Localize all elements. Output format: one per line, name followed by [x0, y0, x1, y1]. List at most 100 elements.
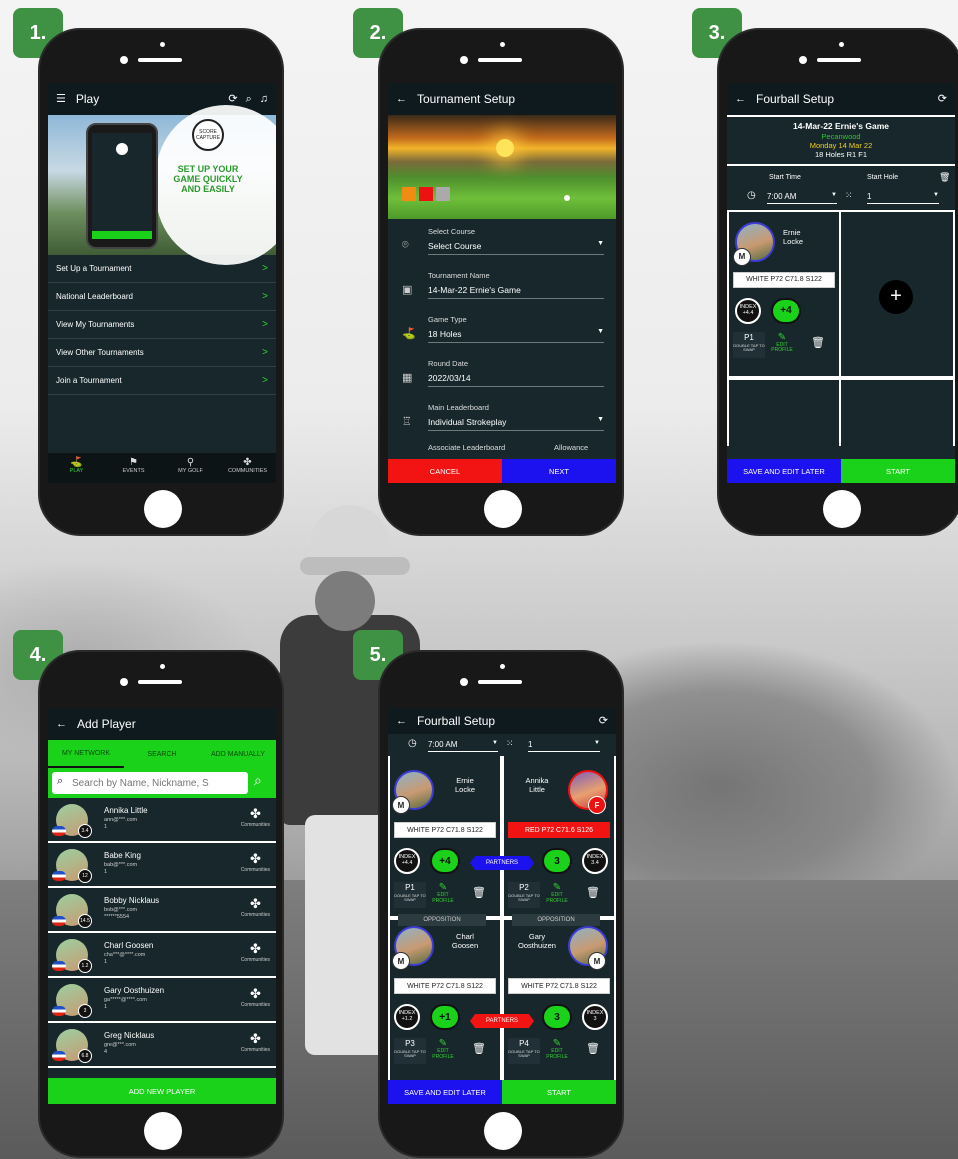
- position-box[interactable]: P1 DOUBLE TAP TO SWAP: [394, 882, 426, 908]
- refresh-icon[interactable]: ⟳: [938, 93, 947, 105]
- cancel-button[interactable]: CANCEL: [388, 459, 502, 483]
- start-time-select[interactable]: 7:00 AM ▼: [428, 740, 498, 752]
- tee-info[interactable]: WHITE P72 C71.8 S122: [394, 822, 496, 838]
- refresh-icon[interactable]: ⟳: [599, 715, 608, 727]
- player-list-item[interactable]: 12 Babe King bab@***.com 1 ✤ Communities: [48, 843, 276, 888]
- communities-button[interactable]: ✤ Communities: [241, 1031, 270, 1053]
- select-course-field[interactable]: ⌾ Select Course Select Course ▼: [388, 221, 616, 265]
- position-box[interactable]: P4 DOUBLE TAP TO SWAP: [508, 1038, 540, 1064]
- tab-my-network[interactable]: MY NETWORK: [48, 740, 124, 768]
- round-date-field[interactable]: ▦ Round Date 2022/03/14: [388, 353, 616, 397]
- nav-my-golf[interactable]: ⚲ MY GOLF: [162, 453, 219, 483]
- next-button[interactable]: NEXT: [502, 459, 616, 483]
- player-slot-2[interactable]: F Annika Little RED P72 C71.6 S126 INDEX 3.4 3…: [504, 756, 614, 916]
- home-button[interactable]: [823, 490, 861, 528]
- communities-button[interactable]: ✤ Communities: [241, 896, 270, 918]
- bell-icon[interactable]: ♫: [260, 93, 268, 105]
- flag-icon: [52, 916, 66, 926]
- menu-icon[interactable]: ☰: [56, 93, 66, 105]
- trash-icon[interactable]: 🗑: [811, 336, 825, 349]
- home-button[interactable]: [144, 1112, 182, 1150]
- menu-national-leaderboard[interactable]: National Leaderboard >: [48, 283, 276, 311]
- tee-info[interactable]: WHITE P72 C71.8 S122: [508, 978, 610, 994]
- leaderboard-icon: ♖: [402, 416, 412, 428]
- back-arrow-icon[interactable]: ←: [735, 93, 746, 105]
- player-slot-3[interactable]: M Charl Goosen WHITE P72 C71.8 S122 INDEX +1.…: [390, 920, 500, 1080]
- nav-events[interactable]: ⚑ EVENTS: [105, 453, 162, 483]
- phone-2: ← Tournament Setup ⌾ Select Course Select …: [378, 28, 624, 536]
- communities-button[interactable]: ✤ Communities: [241, 986, 270, 1008]
- position-box[interactable]: P1 DOUBLE TAP TO SWAP: [733, 331, 765, 358]
- player-slot-1[interactable]: M Ernie Locke WHITE P72 C71.8 S122 INDEX +…: [729, 211, 839, 376]
- search-button-icon[interactable]: ⌕: [254, 772, 262, 789]
- add-player-icon[interactable]: +: [879, 279, 913, 314]
- back-arrow-icon[interactable]: ←: [56, 718, 67, 730]
- communities-button[interactable]: ✤ Communities: [241, 806, 270, 828]
- nav-communities[interactable]: ✤ COMMUNITIES: [219, 453, 276, 483]
- player-slot-2[interactable]: +: [841, 211, 953, 376]
- play-screen: ☰ Play ⟳ ⌕ ♫ SCORE CAPTURE SET UP YOUR G…: [48, 83, 276, 483]
- communities-button[interactable]: ✤ Communities: [241, 941, 270, 963]
- start-button[interactable]: START: [841, 459, 955, 483]
- gender-tag: M: [733, 247, 751, 266]
- player-list-item[interactable]: 3.4 Annika Little ann@***.com 1 ✤ Communities: [48, 798, 276, 843]
- player-slot-4[interactable]: [841, 379, 953, 446]
- start-time-select[interactable]: 7:00 AM ▼: [767, 192, 837, 204]
- communities-button[interactable]: ✤ Communities: [241, 851, 270, 873]
- back-arrow-icon[interactable]: ←: [396, 715, 407, 727]
- tee-info[interactable]: WHITE P72 C71.8 S122: [394, 978, 496, 994]
- edit-profile-button[interactable]: ✎ EDIT PROFILE: [769, 332, 795, 354]
- back-arrow-icon[interactable]: ←: [396, 93, 407, 105]
- tab-add-manually[interactable]: ADD MANUALLY: [200, 740, 276, 768]
- communities-icon: ✤: [249, 806, 261, 821]
- home-button[interactable]: [484, 490, 522, 528]
- player-grid: M Ernie Locke WHITE P72 C71.8 S122 INDEX +…: [727, 209, 955, 380]
- edit-profile-button[interactable]: ✎ EDIT PROFILE: [430, 1038, 456, 1060]
- trash-icon[interactable]: 🗑: [472, 1042, 486, 1055]
- game-type-field[interactable]: ⛳ Game Type 18 Holes ▼: [388, 309, 616, 353]
- edit-profile-button[interactable]: ✎ EDIT PROFILE: [544, 882, 570, 904]
- start-button[interactable]: START: [502, 1080, 616, 1104]
- handicap-badge: +4: [771, 297, 801, 324]
- player-list-item[interactable]: 1.2 Charl Goosen cha***@****.com 1 ✤ Communit…: [48, 933, 276, 978]
- home-button[interactable]: [144, 490, 182, 528]
- main-leaderboard-field[interactable]: ♖ Main Leaderboard Individual Strokeplay ▼: [388, 397, 616, 441]
- tab-search[interactable]: SEARCH: [124, 740, 200, 768]
- menu-view-my-tournaments[interactable]: View My Tournaments >: [48, 311, 276, 339]
- position-box[interactable]: P2 DOUBLE TAP TO SWAP: [508, 882, 540, 908]
- position-box[interactable]: P3 DOUBLE TAP TO SWAP: [394, 1038, 426, 1064]
- start-hole-select[interactable]: 1 ▼: [528, 740, 600, 752]
- tournament-name-field[interactable]: ▣ Tournament Name 14-Mar-22 Ernie's Game: [388, 265, 616, 309]
- player-list-item[interactable]: 6.8 Greg Nicklaus gre@***.com 4 ✤ Communities: [48, 1023, 276, 1068]
- menu-view-other-tournaments[interactable]: View Other Tournaments >: [48, 339, 276, 367]
- menu-join-tournament[interactable]: Join a Tournament >: [48, 367, 276, 395]
- player-slot-4[interactable]: M Gary Oosthuizen WHITE P72 C71.8 S122 INDEX…: [504, 920, 614, 1080]
- player-grid-bottom: [727, 379, 955, 446]
- trash-icon[interactable]: 🗑: [939, 172, 950, 183]
- search-box[interactable]: ⌕: [52, 772, 248, 794]
- home-button[interactable]: [484, 1112, 522, 1150]
- player-slot-1[interactable]: M Ernie Locke WHITE P72 C71.8 S122 INDEX +4.4…: [390, 756, 500, 916]
- edit-profile-button[interactable]: ✎ EDIT PROFILE: [430, 882, 456, 904]
- trash-icon[interactable]: 🗑: [586, 886, 600, 899]
- handicap-badge: 14.5: [78, 914, 92, 928]
- edit-profile-button[interactable]: ✎ EDIT PROFILE: [544, 1038, 570, 1060]
- player-list-item[interactable]: 14.5 Bobby Nicklaus bob@***.com ******5554 ✤…: [48, 888, 276, 933]
- nav-play[interactable]: ⛳ PLAY: [48, 453, 105, 483]
- search-input[interactable]: [72, 775, 244, 791]
- search-icon[interactable]: ⌕: [246, 93, 252, 105]
- flag-icon: [52, 826, 66, 836]
- save-edit-later-button[interactable]: SAVE AND EDIT LATER: [388, 1080, 502, 1104]
- trash-icon[interactable]: 🗑: [472, 886, 486, 899]
- tee-info[interactable]: RED P72 C71.6 S126: [508, 822, 610, 838]
- trash-icon[interactable]: 🗑: [586, 1042, 600, 1055]
- player-slot-3[interactable]: [729, 379, 839, 446]
- tee-info[interactable]: WHITE P72 C71.8 S122: [733, 271, 835, 288]
- refresh-icon[interactable]: ⟳: [228, 93, 237, 105]
- page-title: Add Player: [77, 717, 136, 731]
- page-title: Play: [75, 92, 100, 106]
- save-edit-later-button[interactable]: SAVE AND EDIT LATER: [727, 459, 841, 483]
- add-new-player-button[interactable]: ADD NEW PLAYER: [48, 1078, 276, 1104]
- player-list-item[interactable]: 3 Gary Oosthuizen ga*****@****.com 1 ✤ Commun…: [48, 978, 276, 1023]
- start-hole-select[interactable]: 1 ▼: [867, 192, 939, 204]
